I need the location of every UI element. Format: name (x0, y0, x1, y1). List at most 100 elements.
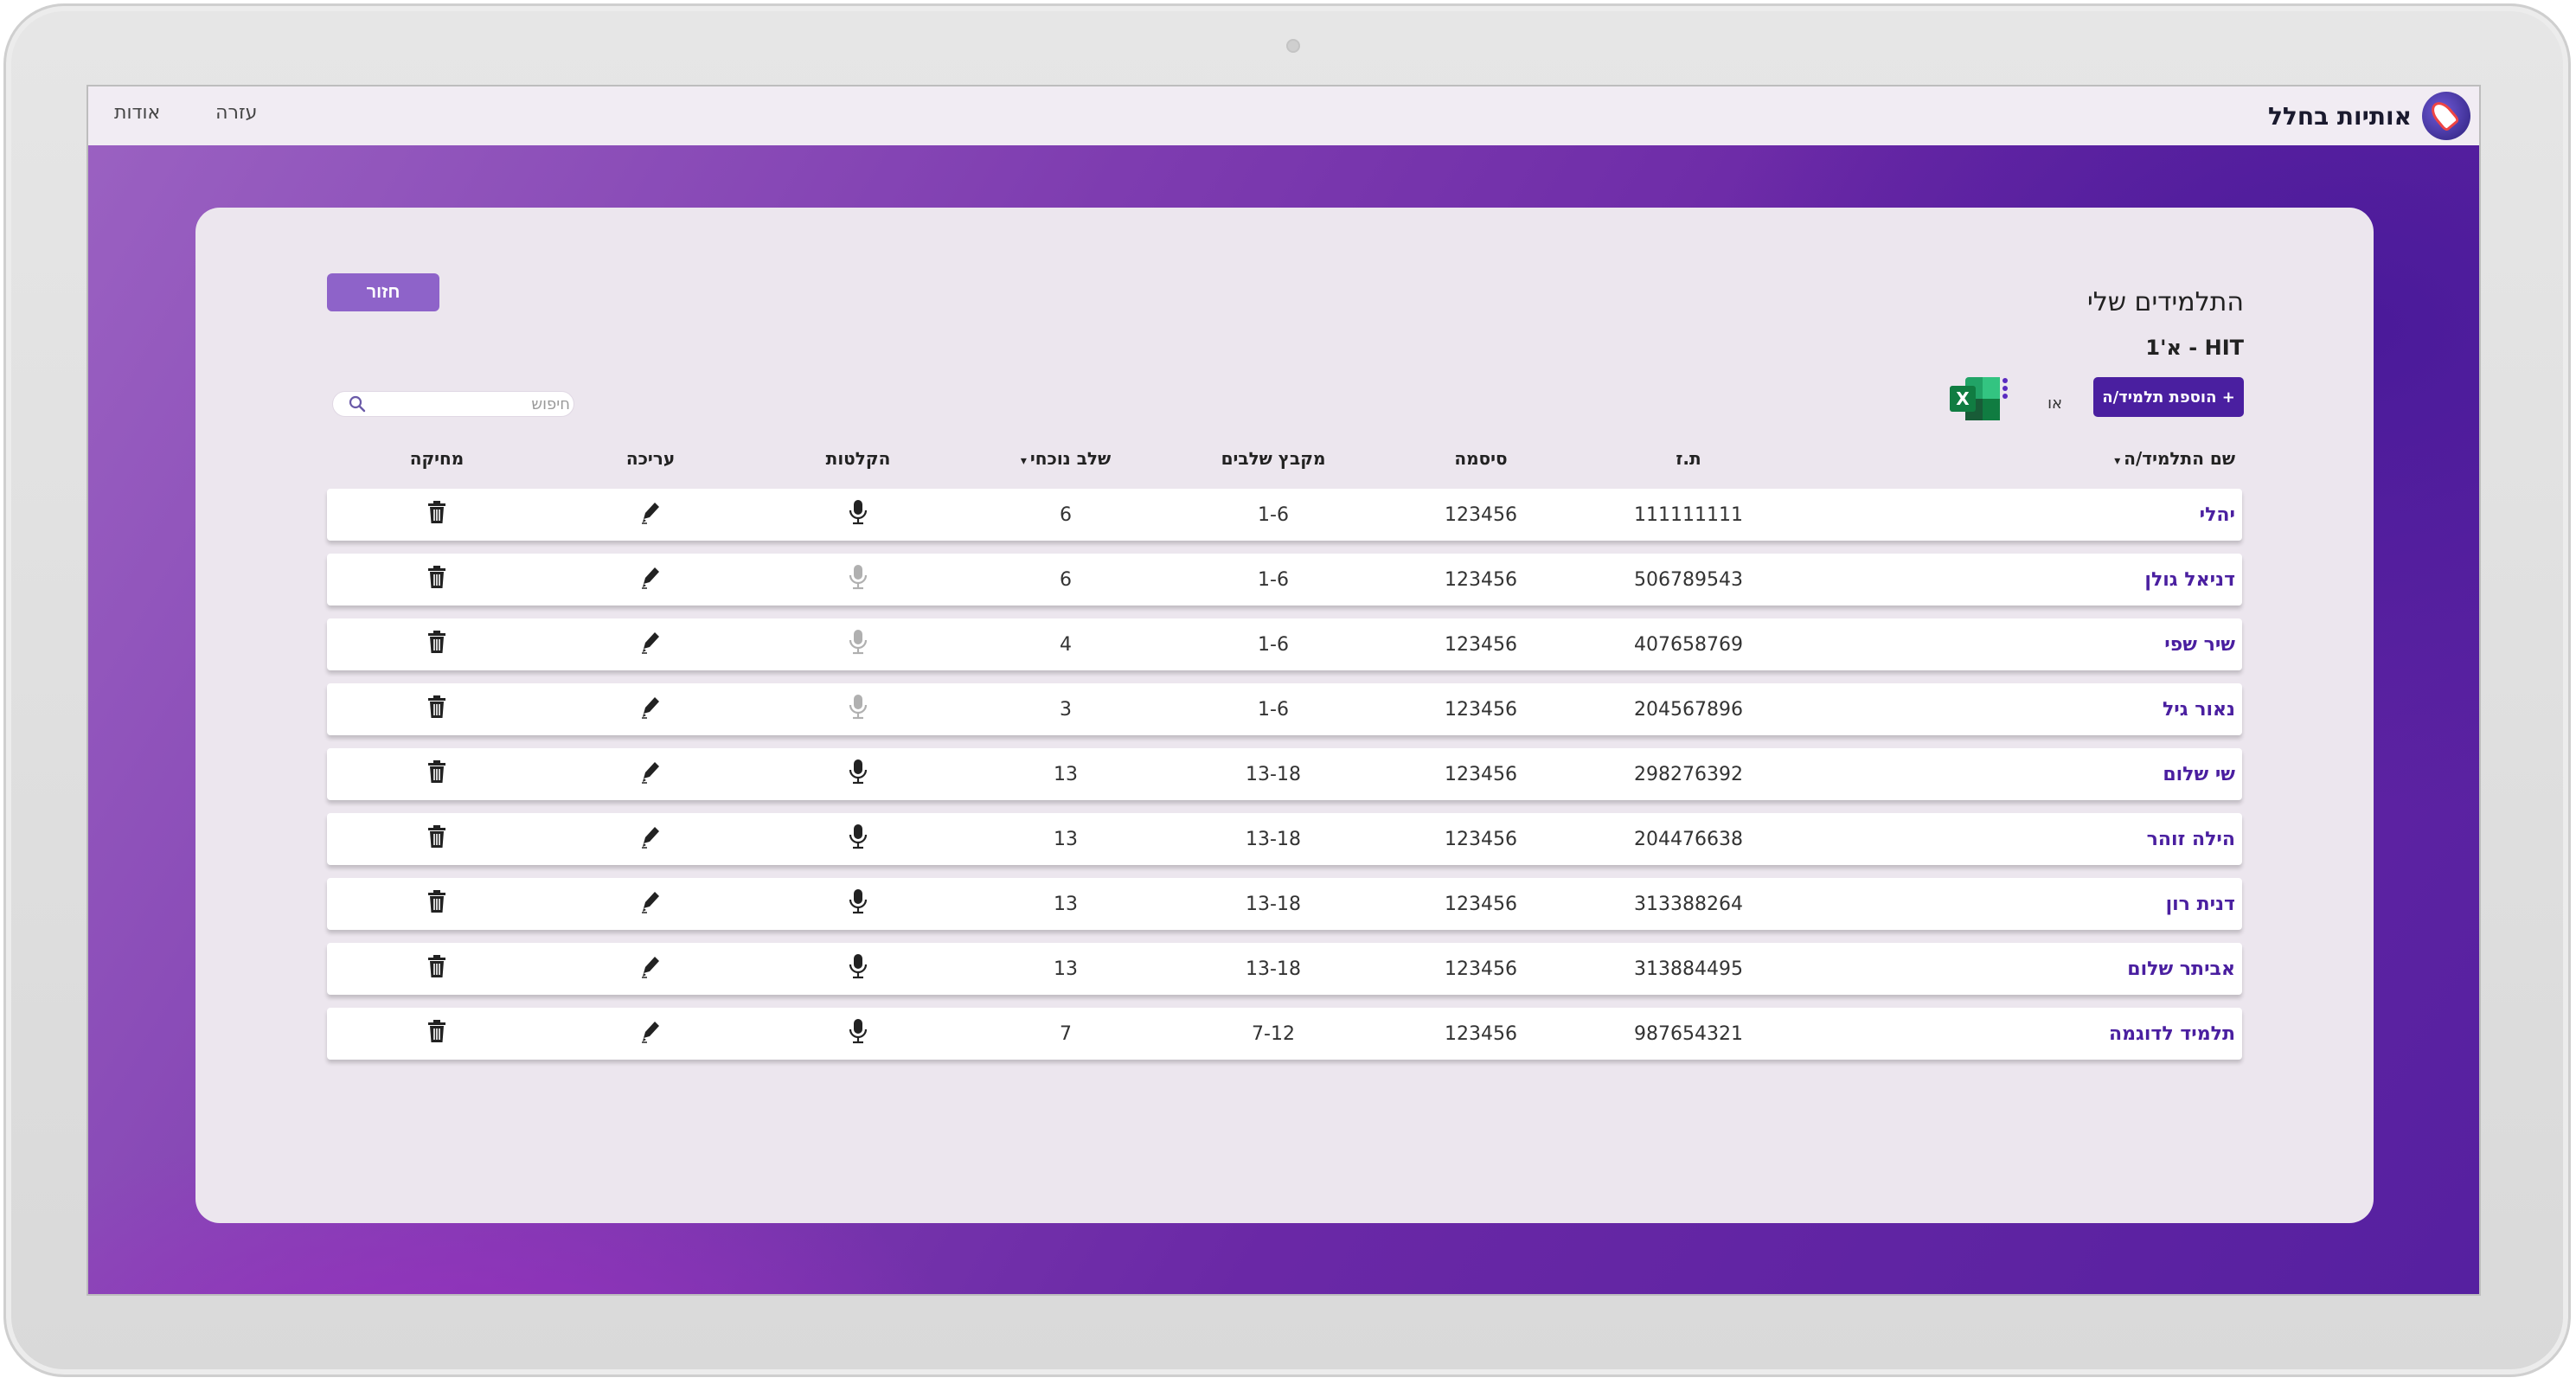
header-stage-group: מקבץ שלבים (1221, 448, 1326, 469)
back-button[interactable]: חזור (327, 273, 439, 311)
header-edit: עריכה (625, 448, 676, 469)
microphone-icon[interactable] (849, 759, 868, 785)
trash-icon[interactable] (426, 954, 447, 978)
header-id: ת.ז (1676, 448, 1701, 469)
nav-about-link[interactable]: אודות (114, 102, 160, 124)
table-row: דנית רון 313388264 123456 13-18 13 (327, 878, 2242, 930)
camera (1286, 39, 1300, 53)
svg-text:X: X (1956, 388, 1970, 409)
header-name[interactable]: שם התלמיד/ה▾ (1792, 448, 2242, 469)
student-name-link[interactable]: שי שלום (1792, 764, 2242, 785)
top-nav: אודות עזרה (114, 102, 257, 124)
microphone-icon[interactable] (849, 953, 868, 979)
student-name-link[interactable]: יהלי (1792, 504, 2242, 526)
student-name-link[interactable]: נאור גיל (1792, 699, 2242, 721)
header-password: סיסמה (1454, 448, 1508, 469)
student-current-stage: 13 (1054, 958, 1078, 980)
pencil-icon[interactable] (640, 565, 661, 589)
microphone-icon (849, 629, 868, 655)
trash-icon[interactable] (426, 500, 447, 524)
student-current-stage: 3 (1060, 698, 1072, 721)
pencil-icon[interactable] (640, 759, 661, 784)
student-current-stage: 13 (1054, 763, 1078, 785)
student-stage-group: 1-6 (1258, 503, 1289, 526)
student-password: 123456 (1445, 503, 1517, 526)
page-title: התלמידים שלי (2087, 287, 2244, 317)
microphone-icon[interactable] (849, 888, 868, 914)
student-id: 298276392 (1634, 763, 1743, 785)
sort-caret-icon[interactable]: ▾ (1021, 454, 1027, 468)
search-input[interactable] (375, 394, 574, 413)
table-row: שי שלום 298276392 123456 13-18 13 (327, 748, 2242, 800)
student-stage-group: 13-18 (1246, 763, 1301, 785)
sort-caret-icon[interactable]: ▾ (2114, 454, 2120, 468)
header-recordings: הקלטות (825, 448, 891, 469)
pencil-icon[interactable] (640, 824, 661, 849)
student-id: 204476638 (1634, 828, 1743, 850)
student-name-link[interactable]: תלמיד לדוגמה (1792, 1023, 2242, 1045)
student-id: 313884495 (1634, 958, 1743, 980)
student-stage-group: 13-18 (1246, 893, 1301, 915)
student-stage-group: 13-18 (1246, 958, 1301, 980)
rocket-logo-icon (2422, 92, 2470, 140)
student-current-stage: 6 (1060, 503, 1072, 526)
logo-text: אותיות בחלל (2267, 101, 2412, 131)
pencil-icon[interactable] (640, 630, 661, 654)
table-row: דניאל גולן 506789543 123456 1-6 6 (327, 554, 2242, 606)
nav-help-link[interactable]: עזרה (215, 102, 257, 124)
table-body: יהלי 111111111 123456 1-6 6 דניאל גולן 5… (327, 489, 2242, 1060)
trash-icon[interactable] (426, 1019, 447, 1043)
student-id: 313388264 (1634, 893, 1743, 915)
students-table: שם התלמיד/ה▾ ת.ז סיסמה מקבץ שלבים שלב נו… (327, 441, 2242, 1060)
student-id: 204567896 (1634, 698, 1743, 721)
student-password: 123456 (1445, 828, 1517, 850)
trash-icon[interactable] (426, 565, 447, 589)
excel-icon[interactable]: X (1948, 374, 2010, 424)
trash-icon[interactable] (426, 889, 447, 913)
header-delete: מחיקה (409, 448, 465, 469)
logo[interactable]: אותיות בחלל (2268, 92, 2470, 140)
students-card: חזור התלמידים שלי HIT - א'1 + הוספת תלמי… (195, 208, 2374, 1223)
student-password: 123456 (1445, 958, 1517, 980)
student-name-link[interactable]: אביתר שלום (1792, 958, 2242, 980)
table-row: אביתר שלום 313884495 123456 13-18 13 (327, 943, 2242, 995)
student-password: 123456 (1445, 1022, 1517, 1045)
student-stage-group: 1-6 (1258, 633, 1289, 656)
table-row: תלמיד לדוגמה 987654321 123456 7-12 7 (327, 1008, 2242, 1060)
student-id: 506789543 (1634, 568, 1743, 591)
or-label: או (2047, 394, 2062, 413)
student-name-link[interactable]: דניאל גולן (1792, 569, 2242, 591)
student-password: 123456 (1445, 633, 1517, 656)
pencil-icon[interactable] (640, 889, 661, 913)
pencil-icon[interactable] (640, 954, 661, 978)
table-row: שיר שפי 407658769 123456 1-6 4 (327, 618, 2242, 670)
student-password: 123456 (1445, 568, 1517, 591)
search-box (332, 391, 574, 417)
trash-icon[interactable] (426, 759, 447, 784)
microphone-icon[interactable] (849, 499, 868, 525)
student-stage-group: 1-6 (1258, 698, 1289, 721)
trash-icon[interactable] (426, 630, 447, 654)
student-stage-group: 13-18 (1246, 828, 1301, 850)
trash-icon[interactable] (426, 824, 447, 849)
pencil-icon[interactable] (640, 695, 661, 719)
pencil-icon[interactable] (640, 500, 661, 524)
student-stage-group: 7-12 (1252, 1022, 1295, 1045)
student-current-stage: 4 (1060, 633, 1072, 656)
student-current-stage: 6 (1060, 568, 1072, 591)
microphone-icon[interactable] (849, 1018, 868, 1044)
microphone-icon (849, 694, 868, 720)
add-student-button[interactable]: + הוספת תלמיד/ה (2093, 377, 2244, 417)
student-id: 987654321 (1634, 1022, 1743, 1045)
student-name-link[interactable]: דנית רון (1792, 894, 2242, 915)
student-name-link[interactable]: שיר שפי (1792, 634, 2242, 656)
student-name-link[interactable]: הילה זוהר (1792, 829, 2242, 850)
microphone-icon[interactable] (849, 823, 868, 849)
search-icon[interactable] (340, 391, 375, 417)
student-stage-group: 1-6 (1258, 568, 1289, 591)
pencil-icon[interactable] (640, 1019, 661, 1043)
student-password: 123456 (1445, 893, 1517, 915)
trash-icon[interactable] (426, 695, 447, 719)
header-current-stage[interactable]: שלב נוכחי▾ (962, 448, 1169, 469)
microphone-icon (849, 564, 868, 590)
